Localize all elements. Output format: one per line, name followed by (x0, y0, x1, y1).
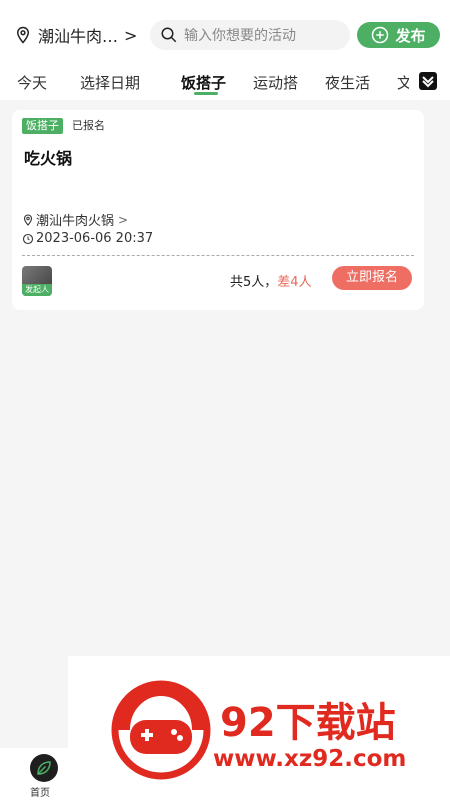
join-now-button[interactable]: 立即报名 (332, 266, 412, 290)
datetime-text: 2023-06-06 20:37 (36, 231, 154, 246)
category-menu-icon[interactable] (418, 71, 438, 91)
organizer-avatar[interactable]: 发起人 (22, 266, 52, 296)
tab-culture[interactable]: 文 (397, 72, 409, 93)
activity-card[interactable]: 饭搭子 已报名 吃火锅 潮汕牛肉火锅 > 2023-06-06 20:37 发起… (12, 110, 424, 310)
activity-title: 吃火锅 (24, 149, 73, 168)
dashed-divider (22, 255, 414, 256)
participant-count: 共5人，差4人 (230, 271, 312, 290)
location-selector[interactable]: 潮汕牛肉… > (14, 22, 137, 48)
publish-button[interactable]: 发布 (357, 22, 440, 48)
search-icon (161, 27, 177, 43)
clock-icon (22, 233, 34, 244)
active-tab-indicator (194, 92, 218, 95)
search-placeholder: 输入你想要的活动 (184, 28, 296, 44)
home-tab[interactable] (30, 754, 58, 782)
organizer-label: 发起人 (22, 284, 52, 296)
tab-nightlife[interactable]: 夜生活 (325, 72, 370, 93)
location-text: 潮汕牛肉… (38, 27, 119, 46)
watermark-overlay: 92下载站 www.xz92.com (68, 656, 450, 801)
location-pin-icon (23, 213, 33, 226)
watermark-title: 92下载站 (220, 700, 396, 746)
bottom-nav: 首页 (0, 748, 68, 801)
watermark-url: www.xz92.com (213, 746, 407, 772)
category-tag: 饭搭子 (22, 118, 63, 134)
category-tabs: 今天 选择日期 饭搭子 运动搭 夜生活 文 (0, 64, 450, 100)
people-remaining: 差4人 (277, 275, 312, 290)
home-label: 首页 (30, 788, 50, 799)
activity-time: 2023-06-06 20:37 (22, 231, 153, 246)
address-text: 潮汕牛肉火锅 (36, 214, 115, 229)
tab-select-date[interactable]: 选择日期 (80, 72, 140, 93)
tab-meal-buddy[interactable]: 饭搭子 (181, 72, 226, 93)
plus-circle-icon (372, 26, 389, 44)
people-total: 共5人 (230, 275, 265, 290)
tab-sports-buddy[interactable]: 运动搭 (253, 72, 298, 93)
location-arrow: > (124, 25, 138, 45)
tab-today[interactable]: 今天 (17, 72, 47, 93)
location-pin-icon (16, 26, 30, 44)
people-separator: ， (264, 275, 278, 290)
signup-status: 已报名 (72, 119, 105, 132)
publish-label: 发布 (395, 26, 426, 45)
address-arrow: > (118, 212, 129, 227)
search-input[interactable]: 输入你想要的活动 (150, 20, 350, 50)
leaf-icon (37, 761, 51, 775)
activity-address[interactable]: 潮汕牛肉火锅 > (22, 210, 128, 229)
gamepad-logo-icon (111, 680, 211, 780)
top-bar: 潮汕牛肉… > 输入你想要的活动 发布 (0, 0, 450, 64)
